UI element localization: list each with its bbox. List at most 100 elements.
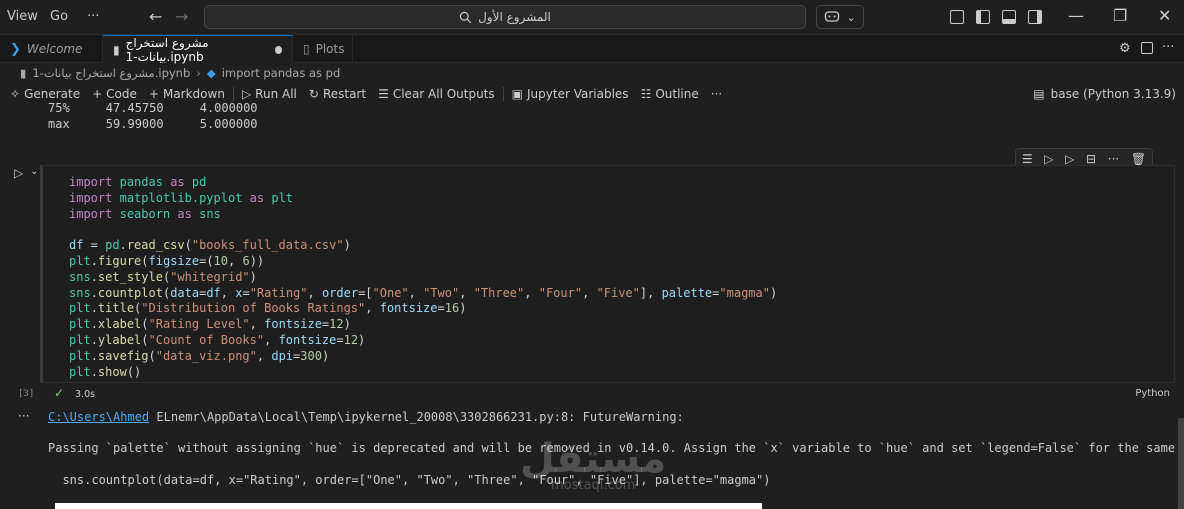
code-token: 16 bbox=[444, 301, 460, 316]
add-markdown-cell-button[interactable]: + Markdown bbox=[143, 87, 231, 101]
toggle-primary-sidebar-icon[interactable] bbox=[976, 10, 990, 24]
breadcrumb: ▮ مشروع استخراج بيانات-1.ipynb › ◆ impor… bbox=[0, 63, 1184, 83]
code-line: import matplotlib.pyplot as plt bbox=[69, 191, 293, 205]
code-token: plt bbox=[69, 332, 91, 347]
kernel-picker[interactable]: ▤ base (Python 3.13.9) bbox=[1033, 83, 1176, 105]
outline-button[interactable]: ☷ Outline bbox=[635, 87, 705, 101]
tab-label: Plots bbox=[315, 42, 345, 56]
toggle-secondary-sidebar-icon[interactable] bbox=[1028, 10, 1042, 24]
clear-outputs-label: Clear All Outputs bbox=[392, 87, 495, 101]
code-token: xlabel bbox=[97, 317, 142, 332]
command-center-search[interactable]: المشروع الأول bbox=[204, 5, 806, 29]
code-line: plt.xlabel("Rating Level", fontsize=12) bbox=[69, 317, 351, 332]
path-link[interactable]: C:\Users\Ahmed bbox=[48, 410, 149, 424]
code-token: ylabel bbox=[97, 332, 142, 347]
restore-icon[interactable]: ❐ bbox=[1113, 6, 1127, 25]
code-token: plt bbox=[69, 301, 91, 316]
menu-go[interactable]: Go bbox=[50, 9, 68, 24]
output-scrollbar[interactable] bbox=[1178, 418, 1184, 509]
breadcrumb-file[interactable]: مشروع استخراج بيانات-1.ipynb bbox=[32, 66, 190, 80]
menu-view[interactable]: View bbox=[7, 9, 38, 24]
code-line: plt.title("Distribution of Books Ratings… bbox=[69, 301, 467, 316]
code-token: "Five" bbox=[596, 285, 640, 300]
execution-count: [3] bbox=[18, 389, 35, 399]
code-token: title bbox=[97, 301, 135, 316]
restart-label: Restart bbox=[322, 87, 367, 101]
code-token: as bbox=[249, 190, 265, 205]
clear-all-outputs-button[interactable]: ☰ Clear All Outputs bbox=[372, 87, 501, 101]
warning-path-line: C:\Users\Ahmed ELnemr\AppData\Local\Temp… bbox=[48, 410, 684, 424]
code-token: "books_full_data.csv" bbox=[191, 238, 344, 253]
vscode-icon: ❯ bbox=[10, 41, 21, 57]
code-token: pd bbox=[191, 175, 207, 189]
code-token: "Rating" bbox=[249, 285, 308, 300]
run-by-line-icon[interactable]: ☰ bbox=[1022, 152, 1033, 166]
code-token: import bbox=[69, 190, 113, 205]
output-row: max 59.99000 5.000000 bbox=[48, 117, 258, 131]
jupyter-variables-button[interactable]: ▣ Jupyter Variables bbox=[506, 87, 635, 101]
markdown-label: Markdown bbox=[162, 87, 225, 101]
code-token: 6 bbox=[242, 253, 250, 268]
tab-plots[interactable]: ▯ Plots bbox=[293, 35, 353, 63]
notebook-icon: ▮ bbox=[113, 42, 120, 57]
copilot-button[interactable]: ⌄ bbox=[816, 5, 864, 29]
toggle-panel-icon[interactable] bbox=[1002, 10, 1016, 24]
code-token: "magma" bbox=[719, 285, 770, 300]
kernel-label: base (Python 3.13.9) bbox=[1050, 87, 1176, 101]
code-token: palette bbox=[661, 285, 713, 300]
code-token: 12 bbox=[343, 332, 359, 347]
minimize-icon[interactable]: — bbox=[1068, 6, 1084, 25]
cell-language-picker[interactable]: Python bbox=[1135, 388, 1170, 399]
plus-icon: + bbox=[92, 87, 103, 101]
code-line: sns.set_style("whitegrid") bbox=[69, 269, 257, 284]
output-actions-icon[interactable]: ··· bbox=[18, 409, 29, 423]
layout-customize-icon[interactable] bbox=[950, 10, 964, 24]
run-cell-icon[interactable]: ▷ bbox=[14, 166, 23, 180]
tab-notebook[interactable]: ▮ مشروع استخراج بيانات-1.ipynb bbox=[103, 35, 293, 64]
code-line: df = pd.read_csv("books_full_data.csv") bbox=[69, 238, 351, 253]
generate-button[interactable]: ✧ Generate bbox=[0, 87, 86, 101]
tab-welcome[interactable]: ❯ Welcome bbox=[0, 35, 103, 63]
forward-arrow-icon[interactable]: → bbox=[175, 8, 188, 26]
menu-more[interactable]: ··· bbox=[87, 9, 99, 24]
code-token: "Distribution of Books Ratings" bbox=[141, 301, 366, 316]
toolbar-more-button[interactable]: ··· bbox=[705, 87, 728, 101]
chevron-down-icon[interactable]: ⌄ bbox=[30, 166, 38, 177]
path-rest: ELnemr\AppData\Local\Temp\ipykernel_2000… bbox=[149, 410, 684, 424]
more-cell-actions-icon[interactable]: ··· bbox=[1108, 152, 1119, 166]
run-all-button[interactable]: ▷ Run All bbox=[236, 87, 303, 101]
delete-cell-icon[interactable]: 🗑 bbox=[1131, 152, 1146, 166]
execute-below-icon[interactable]: ▷ bbox=[1065, 152, 1074, 166]
notebook-icon: ▮ bbox=[20, 66, 27, 80]
add-code-cell-button[interactable]: + Code bbox=[86, 87, 143, 101]
code-line: plt.ylabel("Count of Books", fontsize=12… bbox=[69, 332, 366, 347]
unsaved-dot-icon[interactable] bbox=[275, 45, 282, 54]
run-all-label: Run All bbox=[255, 87, 297, 101]
outline-icon: ☷ bbox=[640, 87, 652, 101]
chevron-down-icon: ⌄ bbox=[846, 10, 856, 24]
gear-icon[interactable]: ⚙ bbox=[1119, 41, 1131, 56]
split-editor-icon[interactable] bbox=[1141, 42, 1153, 54]
execute-above-icon[interactable]: ▷ bbox=[1044, 152, 1053, 166]
code-label: Code bbox=[106, 87, 137, 101]
restart-button[interactable]: ↻ Restart bbox=[303, 87, 372, 101]
breadcrumb-cell[interactable]: import pandas as pd bbox=[222, 66, 341, 80]
more-actions-icon[interactable]: ··· bbox=[1162, 40, 1174, 55]
back-arrow-icon[interactable]: ← bbox=[149, 8, 162, 26]
restart-icon: ↻ bbox=[308, 87, 319, 101]
code-content[interactable]: import pandas as pd import matplotlib.py… bbox=[69, 175, 777, 380]
toolbar-divider bbox=[232, 87, 234, 101]
close-window-icon[interactable]: ✕ bbox=[1158, 6, 1171, 25]
code-token: countplot bbox=[97, 285, 163, 300]
python-icon: ◆ bbox=[206, 66, 216, 80]
check-icon: ✓ bbox=[54, 386, 65, 400]
title-bar: View Go ··· ← → المشروع الأول ⌄ — ❐ ✕ bbox=[0, 0, 1184, 35]
code-token: fontsize bbox=[264, 317, 322, 332]
split-cell-icon[interactable]: ⊟ bbox=[1086, 152, 1096, 166]
generate-label: Generate bbox=[24, 87, 81, 101]
watermark-logo: مستقل mostaql.com bbox=[520, 438, 666, 493]
code-token: plt bbox=[69, 253, 91, 268]
code-token: figure bbox=[97, 253, 142, 268]
code-token: "Two" bbox=[423, 285, 460, 300]
code-token: "Count of Books" bbox=[148, 332, 265, 347]
